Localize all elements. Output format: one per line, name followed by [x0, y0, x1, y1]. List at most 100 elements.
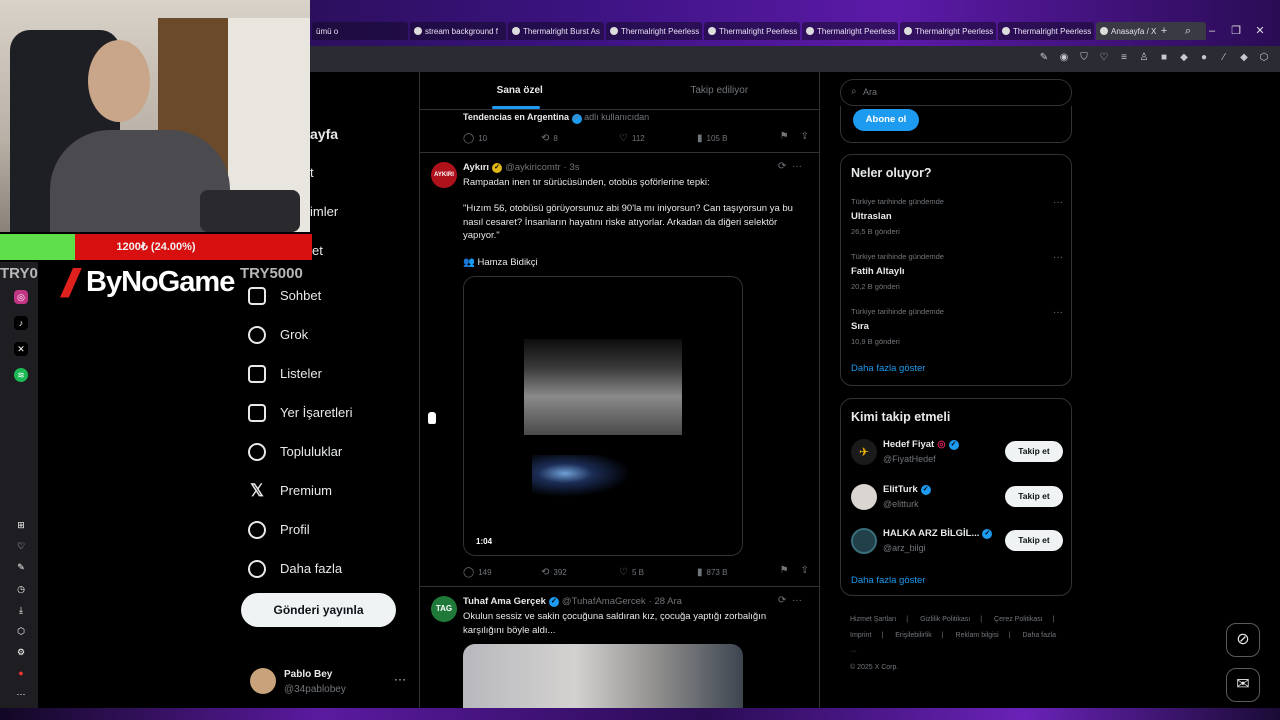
bookmark-icon[interactable]: ⚑: [780, 131, 789, 145]
footer-link[interactable]: Erişilebilirlik: [895, 632, 932, 639]
author-name[interactable]: Tuhaf Ama Gerçek: [463, 596, 546, 607]
grok-icon[interactable]: ⟳: [778, 595, 786, 606]
extension-icon[interactable]: ●: [1198, 51, 1210, 65]
nav-item-communities[interactable]: Topluluklar: [248, 432, 353, 471]
nav-messages-partial[interactable]: et: [312, 243, 323, 258]
tab-1[interactable]: stream background f: [410, 22, 506, 40]
tab-0[interactable]: ümü o: [312, 22, 408, 40]
like-button[interactable]: ♡ 5 B: [619, 565, 697, 579]
nav-item-more[interactable]: Daha fazla: [248, 549, 353, 588]
heart-icon[interactable]: ♡: [14, 539, 28, 553]
avatar[interactable]: TAG: [431, 596, 457, 622]
more-options-icon[interactable]: ···: [394, 672, 406, 686]
record-icon[interactable]: ●: [14, 666, 28, 680]
trend-item[interactable]: Türkiye tarihinde gündemde Ultraslan 26,…: [851, 197, 1063, 236]
apps-icon[interactable]: ⊞: [14, 518, 28, 532]
author-handle[interactable]: @TuhafAmaGercek: [562, 596, 646, 607]
tab-5[interactable]: Thermalright Peerless: [802, 22, 898, 40]
more-icon[interactable]: ···: [1053, 307, 1063, 318]
search-input[interactable]: ⌕ Ara: [840, 79, 1072, 106]
share-icon[interactable]: ⇪: [801, 565, 809, 579]
tweet-time[interactable]: · 28 Ara: [649, 596, 682, 607]
show-more-link[interactable]: Daha fazla göster: [851, 575, 925, 586]
more-icon[interactable]: ···: [792, 161, 802, 172]
share-icon[interactable]: ⇪: [801, 131, 809, 145]
media-tag[interactable]: 👥 Hamza Bidikçi: [463, 256, 808, 270]
follow-button[interactable]: Takip et: [1005, 441, 1063, 462]
account-switcher[interactable]: Pablo Bey @34pablobey ···: [250, 666, 410, 698]
nav-item-premium[interactable]: 𝕏 Premium: [248, 471, 353, 510]
heart-icon[interactable]: ♡: [1098, 51, 1110, 65]
extension-icon[interactable]: ■: [1158, 51, 1170, 65]
nav-item-bookmarks[interactable]: Yer İşaretleri: [248, 393, 353, 432]
follow-button[interactable]: Takip et: [1005, 530, 1063, 551]
extension-icon[interactable]: ◆: [1178, 51, 1190, 65]
follow-suggestion[interactable]: HALKA ARZ BİLGİL... ✓ @arz_bilgi Takip et: [851, 524, 1063, 558]
shield-icon[interactable]: ⛉: [1078, 51, 1090, 65]
tab-for-you[interactable]: Sana özel: [420, 72, 620, 109]
camera-icon[interactable]: ◉: [1058, 51, 1070, 65]
instagram-icon[interactable]: ◎: [14, 290, 28, 304]
post-button[interactable]: Gönderi yayınla: [241, 593, 396, 627]
profile-icon[interactable]: ♙: [1138, 51, 1150, 65]
video-player[interactable]: 1:04: [463, 276, 743, 556]
settings-icon[interactable]: ⚙: [14, 645, 28, 659]
tab-4[interactable]: Thermalright Peerless: [704, 22, 800, 40]
footer-link[interactable]: Gizlilik Politikası: [920, 616, 970, 623]
more-icon[interactable]: ···: [1053, 197, 1063, 208]
footer-link[interactable]: Imprint: [850, 632, 871, 639]
repost-button[interactable]: ⟲ 8: [541, 131, 619, 145]
search-tabs-icon[interactable]: ⌕: [1176, 22, 1200, 40]
views-button[interactable]: ▮ 873 B: [697, 565, 775, 579]
tab-6[interactable]: Thermalright Peerless: [900, 22, 996, 40]
messages-fab-icon[interactable]: ✉: [1226, 668, 1260, 702]
follow-button[interactable]: Takip et: [1005, 486, 1063, 507]
tiktok-icon[interactable]: ♪: [14, 316, 28, 330]
edit-icon[interactable]: ✎: [1038, 51, 1050, 65]
trend-item[interactable]: Türkiye tarihinde gündemde Fatih Altaylı…: [851, 252, 1063, 291]
repost-button[interactable]: ⟲ 392: [541, 565, 619, 579]
nav-item-listeler[interactable]: Listeler: [248, 354, 353, 393]
footer-link[interactable]: Hizmet Şartları: [850, 616, 896, 623]
trend-item[interactable]: Türkiye tarihinde gündemde Sıra 10,9 B g…: [851, 307, 1063, 346]
new-tab-icon[interactable]: +: [1152, 22, 1176, 40]
author-name[interactable]: Aykırı: [463, 162, 489, 173]
avatar[interactable]: AYKIRI: [431, 162, 457, 188]
more-icon[interactable]: ···: [792, 595, 802, 606]
download-icon[interactable]: ⤓: [14, 603, 28, 617]
close-icon[interactable]: ✕: [1248, 22, 1272, 40]
grok-icon[interactable]: ⟳: [778, 161, 786, 172]
bookmark-icon[interactable]: ⚑: [780, 565, 789, 579]
extension-icon[interactable]: ⁄: [1218, 51, 1230, 65]
follow-suggestion[interactable]: ✈ Hedef Fiyat ◎ ✓ @FiyatHedef Takip et: [851, 435, 1063, 469]
tab-2[interactable]: Thermalright Burst As: [508, 22, 604, 40]
cube-icon[interactable]: ⬡: [14, 624, 28, 638]
tab-7[interactable]: Thermalright Peerless: [998, 22, 1094, 40]
footer-link[interactable]: Çerez Politikası: [994, 616, 1043, 623]
history-icon[interactable]: ◷: [14, 582, 28, 596]
like-button[interactable]: ♡ 112: [619, 131, 697, 145]
more-icon[interactable]: ···: [1053, 252, 1063, 263]
show-more-link[interactable]: Daha fazla göster: [851, 363, 925, 374]
views-button[interactable]: ▮ 105 B: [697, 131, 775, 145]
more-icon[interactable]: ⋯: [14, 687, 28, 701]
author-handle[interactable]: @aykiricomtr: [505, 162, 561, 173]
minimize-icon[interactable]: –: [1200, 22, 1224, 40]
reply-button[interactable]: ◯ 10: [463, 131, 541, 145]
nav-item-sohbet[interactable]: Sohbet: [248, 276, 353, 315]
nav-explore-partial[interactable]: t: [310, 165, 314, 180]
nav-notifications-partial[interactable]: imler: [310, 204, 338, 219]
nav-item-profile[interactable]: Profil: [248, 510, 353, 549]
tab-3[interactable]: Thermalright Peerless: [606, 22, 702, 40]
follow-suggestion[interactable]: ElitTurk ✓ @elitturk Takip et: [851, 480, 1063, 514]
x-icon[interactable]: ✕: [14, 342, 28, 356]
nav-home-partial[interactable]: ayfa: [310, 126, 338, 142]
extension-icon[interactable]: ⬡: [1258, 51, 1270, 65]
menu-icon[interactable]: ≡: [1118, 51, 1130, 65]
context-account[interactable]: Tendencias en Argentina: [463, 112, 569, 122]
restore-icon[interactable]: ❐: [1224, 22, 1248, 40]
grok-fab-icon[interactable]: ⊘: [1226, 623, 1260, 657]
tweet-time[interactable]: · 3s: [564, 162, 580, 173]
tab-following[interactable]: Takip ediliyor: [620, 72, 820, 109]
reply-button[interactable]: ◯ 149: [463, 565, 541, 579]
